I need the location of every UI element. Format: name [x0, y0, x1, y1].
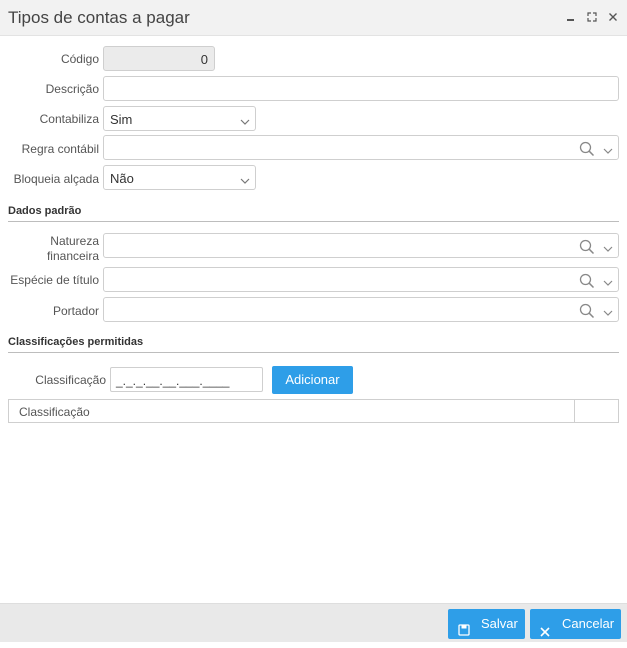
adicionar-button[interactable]: Adicionar — [272, 366, 353, 394]
bloqueia-alcada-value: Não — [110, 171, 134, 186]
classificacao-label: Classificação — [35, 373, 106, 387]
natureza-financeira-label: Natureza financeira — [20, 234, 99, 264]
contabiliza-value: Sim — [110, 112, 133, 127]
classificacao-mask-value: _._._.__.__.___.____ — [116, 374, 230, 388]
grid-column-classificacao[interactable]: Classificação — [19, 405, 90, 419]
classificacao-input[interactable]: _._._.__.__.___.____ — [110, 367, 263, 392]
search-icon[interactable] — [579, 141, 595, 160]
chevron-down-icon[interactable] — [603, 306, 613, 320]
bloqueia-alcada-label: Bloqueia alçada — [13, 172, 99, 186]
maximize-icon[interactable] — [586, 11, 598, 23]
portador-lookup[interactable] — [103, 297, 619, 322]
search-icon[interactable] — [579, 273, 595, 292]
section-classificacoes-permitidas: Classificações permitidas — [8, 336, 619, 353]
chevron-down-icon[interactable] — [603, 144, 613, 158]
window-title: Tipos de contas a pagar — [8, 8, 190, 27]
section-dados-padrao: Dados padrão — [8, 205, 619, 222]
contabiliza-label: Contabiliza — [39, 112, 99, 126]
descricao-label: Descrição — [45, 82, 99, 96]
codigo-label: Código — [60, 52, 99, 66]
especie-titulo-label: Espécie de título — [10, 273, 99, 287]
natureza-label-line1: Natureza — [50, 234, 99, 248]
descricao-input[interactable] — [103, 76, 619, 101]
grid-column-divider — [574, 400, 575, 422]
codigo-field: 0 — [103, 46, 215, 71]
chevron-down-icon — [240, 115, 250, 129]
save-button[interactable]: Salvar — [448, 609, 525, 639]
portador-label: Portador — [52, 304, 99, 318]
codigo-value: 0 — [200, 52, 208, 67]
contabiliza-select[interactable]: Sim — [103, 106, 256, 131]
window-titlebar: Tipos de contas a pagar — [0, 0, 627, 36]
cancel-button-label: Cancelar — [562, 616, 615, 631]
save-icon — [458, 617, 470, 636]
search-icon[interactable] — [579, 239, 595, 258]
chevron-down-icon[interactable] — [603, 276, 613, 290]
minimize-icon[interactable] — [565, 11, 577, 23]
chevron-down-icon — [240, 174, 250, 188]
natureza-label-line2: financeira — [46, 249, 99, 263]
cancel-button[interactable]: Cancelar — [530, 609, 621, 639]
regra-contabil-label: Regra contábil — [21, 142, 99, 156]
regra-contabil-lookup[interactable] — [103, 135, 619, 160]
classificacoes-grid-header: Classificação — [8, 399, 619, 423]
dialog-footer: Salvar Cancelar — [0, 603, 627, 642]
close-icon[interactable] — [607, 11, 619, 23]
natureza-financeira-lookup[interactable] — [103, 233, 619, 258]
cancel-x-icon — [540, 618, 550, 648]
search-icon[interactable] — [579, 303, 595, 322]
especie-titulo-lookup[interactable] — [103, 267, 619, 292]
save-button-label: Salvar — [481, 616, 518, 631]
chevron-down-icon[interactable] — [603, 242, 613, 256]
bloqueia-alcada-select[interactable]: Não — [103, 165, 256, 190]
